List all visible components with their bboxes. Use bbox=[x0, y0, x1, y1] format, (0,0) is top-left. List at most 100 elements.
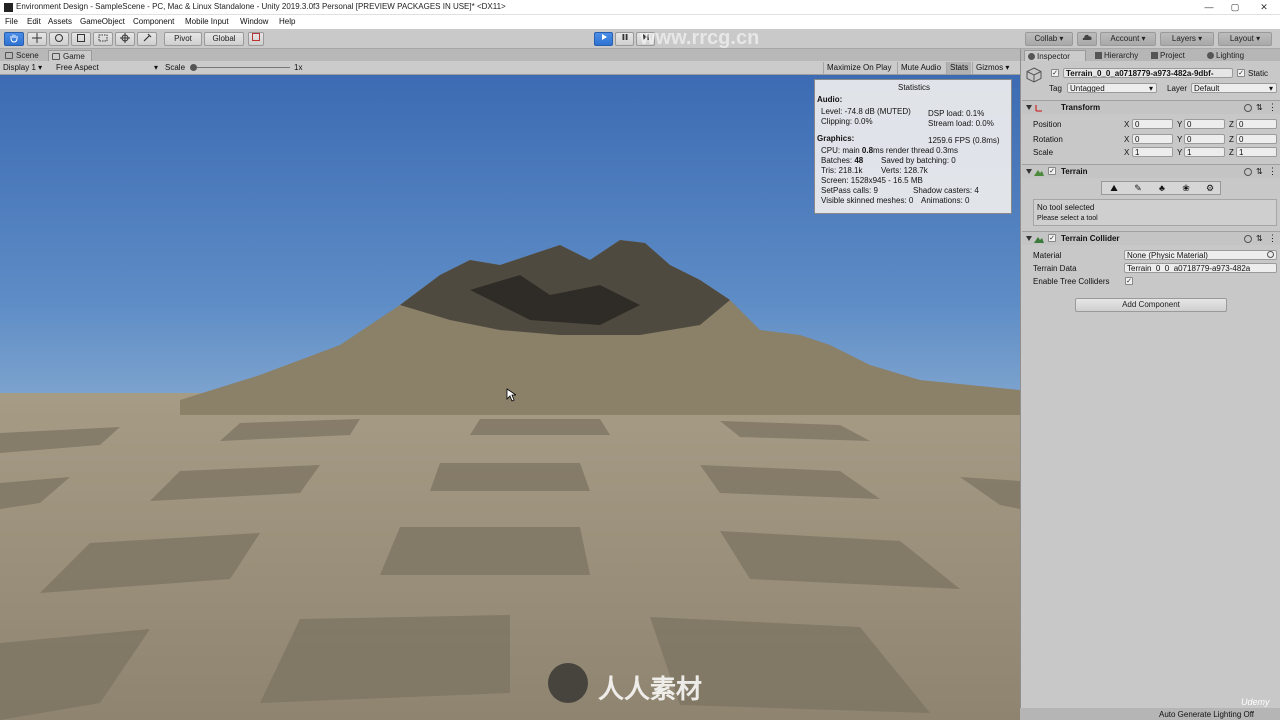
layer-chevron-icon: ▾ bbox=[1268, 84, 1273, 93]
create-terrain-icon[interactable]: ⛰ bbox=[1105, 183, 1123, 194]
stats-batches-prefix: Batches: bbox=[821, 156, 855, 165]
aspect-dropdown[interactable]: Free Aspect ▾ bbox=[56, 62, 158, 74]
object-picker-icon[interactable] bbox=[1267, 251, 1274, 258]
pause-button[interactable] bbox=[615, 32, 634, 46]
cloud-icon bbox=[1082, 34, 1092, 40]
snap-button[interactable] bbox=[248, 32, 264, 46]
scale-slider-handle[interactable] bbox=[190, 64, 197, 71]
terrain-enabled-checkbox[interactable]: ✓ bbox=[1048, 167, 1056, 175]
scale-tool-button[interactable] bbox=[71, 32, 91, 46]
terrain-header[interactable]: ✓ Terrain ⇅ ⋮ bbox=[1022, 164, 1280, 178]
layout-dropdown[interactable]: Layout ▾ bbox=[1218, 32, 1272, 46]
help-icon[interactable] bbox=[1244, 235, 1252, 243]
transform-title: Transform bbox=[1061, 103, 1101, 112]
help-icon[interactable] bbox=[1244, 168, 1252, 176]
position-x-field[interactable]: 0 bbox=[1132, 119, 1173, 129]
tab-hierarchy[interactable]: Hierarchy bbox=[1092, 50, 1154, 61]
terrain-collider-header[interactable]: ✓ Terrain Collider ⇅ ⋮ bbox=[1022, 231, 1280, 245]
global-toggle-button[interactable]: Global bbox=[204, 32, 244, 46]
menu-edit[interactable]: Edit bbox=[27, 17, 41, 26]
active-checkbox[interactable]: ✓ bbox=[1051, 69, 1059, 77]
scale-slider-track[interactable] bbox=[192, 67, 290, 68]
rotation-x-field[interactable]: 0 bbox=[1132, 134, 1173, 144]
preset-icon[interactable]: ⇅ bbox=[1256, 103, 1263, 112]
transform-header[interactable]: Transform ⇅ ⋮ bbox=[1022, 100, 1280, 114]
scene-icon bbox=[5, 52, 13, 59]
checker-ground-graphic bbox=[0, 419, 1020, 720]
wrench-icon bbox=[143, 33, 152, 42]
scale-z-field[interactable]: 1 bbox=[1236, 147, 1277, 157]
menu-mobile-input[interactable]: Mobile Input bbox=[185, 17, 229, 26]
minimize-button[interactable]: — bbox=[1195, 0, 1223, 15]
tab-lighting[interactable]: Lighting bbox=[1204, 50, 1264, 61]
menu-component[interactable]: Component bbox=[133, 17, 174, 26]
auto-lighting-status[interactable]: Auto Generate Lighting Off bbox=[1159, 710, 1254, 719]
transform-icon bbox=[120, 33, 130, 43]
close-button[interactable]: ✕ bbox=[1250, 0, 1278, 15]
preset-icon[interactable]: ⇅ bbox=[1256, 234, 1263, 243]
scale-x-field[interactable]: 1 bbox=[1132, 147, 1173, 157]
collider-enabled-checkbox[interactable]: ✓ bbox=[1048, 234, 1056, 242]
brand-logo-icon bbox=[548, 663, 588, 703]
transform-tool-button[interactable] bbox=[115, 32, 135, 46]
rotation-y-field[interactable]: 0 bbox=[1184, 134, 1225, 144]
move-tool-button[interactable] bbox=[27, 32, 47, 46]
tab-project[interactable]: Project bbox=[1148, 50, 1204, 61]
material-field[interactable]: None (Physic Material) bbox=[1124, 250, 1277, 260]
account-dropdown[interactable]: Account ▾ bbox=[1100, 32, 1156, 46]
add-component-button[interactable]: Add Component bbox=[1075, 298, 1227, 312]
context-menu-icon[interactable]: ⋮ bbox=[1268, 102, 1277, 113]
context-menu-icon[interactable]: ⋮ bbox=[1268, 166, 1277, 177]
move-icon bbox=[32, 33, 42, 43]
paint-details-icon[interactable]: ❀ bbox=[1177, 183, 1195, 194]
collab-button[interactable]: Collab ▾ bbox=[1025, 32, 1073, 46]
pivot-toggle-button[interactable]: Pivot bbox=[164, 32, 202, 46]
tag-dropdown[interactable]: Untagged ▾ bbox=[1067, 83, 1157, 93]
play-button[interactable] bbox=[594, 32, 613, 46]
hand-tool-button[interactable] bbox=[4, 32, 24, 46]
maximize-on-play-toggle[interactable]: Maximize On Play bbox=[823, 62, 894, 74]
layer-label: Layer bbox=[1167, 84, 1188, 93]
layers-dropdown[interactable]: Layers ▾ bbox=[1160, 32, 1214, 46]
rotation-z-field[interactable]: 0 bbox=[1236, 134, 1277, 144]
stats-screen: Screen: 1528x945 - 16.5 MB bbox=[821, 176, 923, 185]
preset-icon[interactable]: ⇅ bbox=[1256, 167, 1263, 176]
position-y-field[interactable]: 0 bbox=[1184, 119, 1225, 129]
position-z-field[interactable]: 0 bbox=[1236, 119, 1277, 129]
enable-tree-colliders-checkbox[interactable]: ✓ bbox=[1125, 277, 1133, 285]
layer-dropdown[interactable]: Default ▾ bbox=[1191, 83, 1277, 93]
display-dropdown[interactable]: Display 1 ▾ bbox=[3, 62, 42, 74]
menu-window[interactable]: Window bbox=[240, 17, 268, 26]
scale-z-label: Z bbox=[1229, 148, 1234, 157]
menu-gameobject[interactable]: GameObject bbox=[80, 17, 125, 26]
menu-file[interactable]: File bbox=[5, 17, 18, 26]
rotate-tool-button[interactable] bbox=[49, 32, 69, 46]
tab-scene[interactable]: Scene bbox=[2, 50, 46, 61]
paint-brush-icon[interactable]: ✎ bbox=[1129, 183, 1147, 194]
view-tabs: Scene Game bbox=[0, 49, 1020, 61]
tab-game[interactable]: Game bbox=[48, 50, 92, 61]
help-icon[interactable] bbox=[1244, 104, 1252, 112]
tab-hierarchy-label: Hierarchy bbox=[1104, 51, 1139, 60]
material-value: None (Physic Material) bbox=[1127, 251, 1208, 260]
rect-tool-button[interactable] bbox=[93, 32, 113, 46]
mute-audio-toggle[interactable]: Mute Audio bbox=[897, 62, 944, 74]
tab-inspector[interactable]: Inspector bbox=[1024, 50, 1086, 61]
static-checkbox[interactable]: ✓ bbox=[1237, 69, 1245, 77]
terrain-data-field[interactable]: Terrain_0_0_a0718779-a973-482a bbox=[1124, 263, 1277, 273]
paint-trees-icon[interactable]: ♣ bbox=[1153, 183, 1171, 194]
object-name-field[interactable]: Terrain_0_0_a0718779-a973-482a-9dbf- bbox=[1063, 68, 1233, 78]
cloud-button[interactable] bbox=[1077, 32, 1097, 46]
stats-toggle[interactable]: Stats bbox=[946, 62, 972, 74]
menu-help[interactable]: Help bbox=[279, 17, 295, 26]
settings-gear-icon[interactable]: ⚙ bbox=[1201, 183, 1219, 194]
maximize-button[interactable]: ▢ bbox=[1221, 0, 1249, 15]
custom-tool-button[interactable] bbox=[137, 32, 157, 46]
menu-assets[interactable]: Assets bbox=[48, 17, 72, 26]
tag-chevron-icon: ▾ bbox=[1148, 84, 1153, 93]
inspector-tabs: Inspector Hierarchy Project Lighting bbox=[1021, 49, 1280, 61]
gizmos-dropdown[interactable]: Gizmos ▾ bbox=[972, 62, 1012, 74]
stats-setpass: SetPass calls: 9 bbox=[821, 186, 878, 195]
scale-y-field[interactable]: 1 bbox=[1184, 147, 1225, 157]
context-menu-icon[interactable]: ⋮ bbox=[1268, 233, 1277, 244]
